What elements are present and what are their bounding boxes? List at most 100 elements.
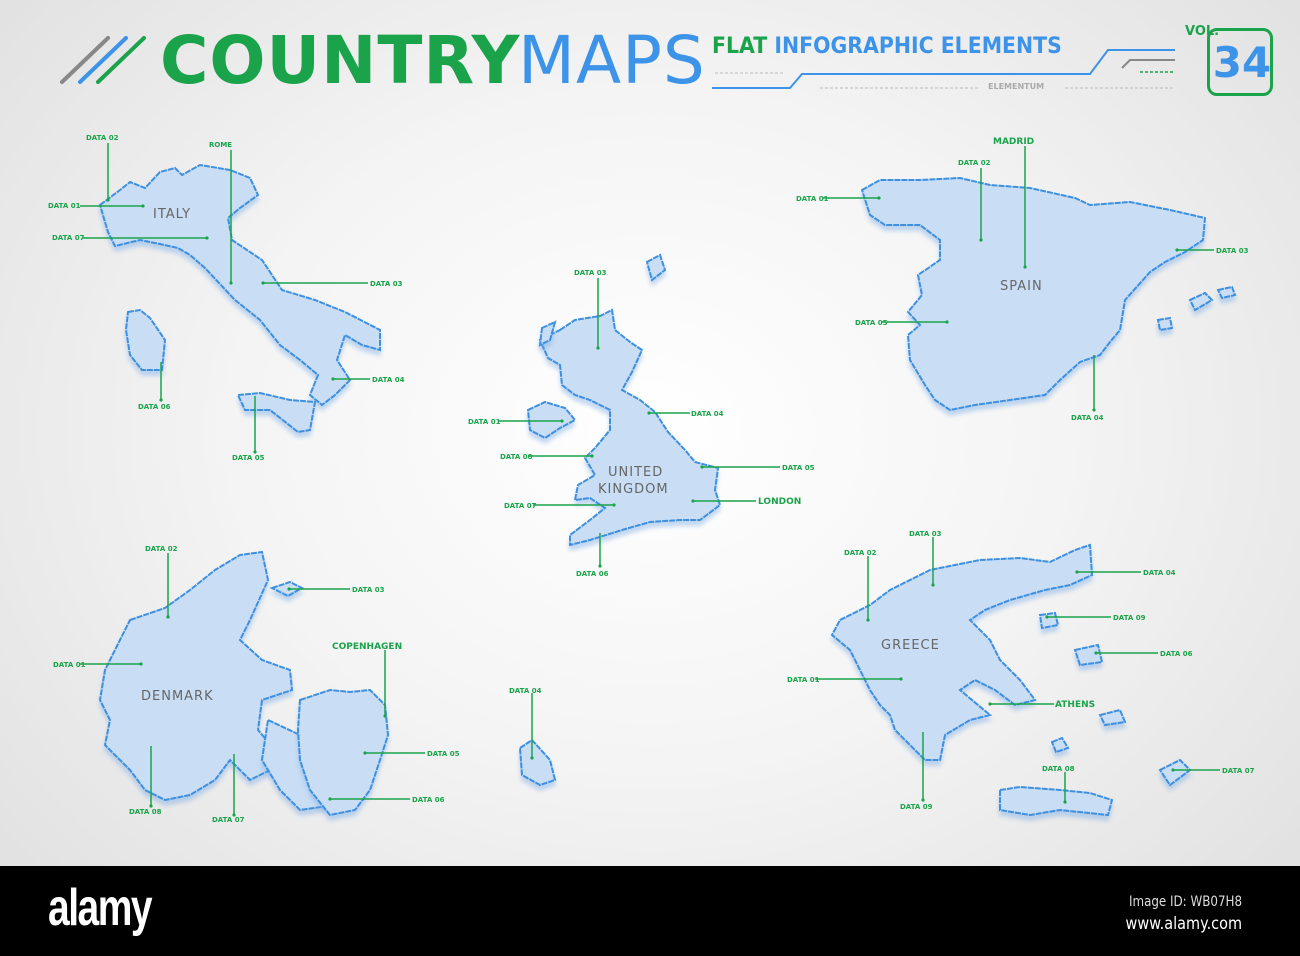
data-label: DATA 06 [412,796,445,804]
data-label: DATA 02 [958,159,991,167]
anchor-dot [205,236,209,240]
map-greece[interactable] [830,543,1192,817]
anchor-dot [590,454,594,458]
data-label: DATA 01 [53,661,86,669]
volume-number: 34 [1212,38,1272,87]
capital-label: LONDON [758,497,801,507]
data-label: DATA 07 [1222,767,1255,775]
data-label: DATA 03 [574,269,607,277]
callout-greece: DATA 09 [1045,614,1146,622]
capital-label: MADRID [993,137,1034,147]
map-layer: DATA 02 DATA 01 DATA 07 ROME DATA 03 DATA 04 D… [48,36,1255,824]
anchor-dot [899,677,903,681]
image-id: Image ID: WB07H8 [1128,894,1242,910]
callout-greece: DATA 06 [1094,650,1193,658]
anchor-dot [560,419,564,423]
subtitle-infographic: INFOGRAPHIC ELEMENTS [774,34,1062,59]
alamy-logo[interactable]: alamy [48,878,153,938]
anchor-dot [647,411,651,415]
data-label: DATA 04 [691,410,724,418]
anchor-dot [1175,248,1179,252]
anchor-dot [141,204,145,208]
subtitle: FLAT INFOGRAPHIC ELEMENTS [712,34,1062,59]
country-name-uk-line2: KINGDOM [598,482,669,497]
callout-greece: ATHENS [988,700,1095,710]
data-label: ROME [209,141,232,149]
anchor-dot [1075,570,1079,574]
data-label: DATA 03 [1216,247,1249,255]
map-united-kingdom[interactable] [526,253,722,547]
data-label: DATA 01 [468,418,501,426]
data-label: DATA 02 [844,549,877,557]
anchor-dot [363,751,367,755]
data-label: DATA 04 [1143,569,1176,577]
data-label: DATA 05 [782,464,815,472]
header-slashes [60,36,146,84]
data-label: DATA 01 [48,202,81,210]
title-maps: MAPS [518,22,706,99]
data-label: DATA 06 [576,570,609,578]
anchor-dot [166,615,170,619]
data-label: DATA 05 [232,454,265,462]
data-label: DATA 09 [1113,614,1146,622]
anchor-dot [945,320,949,324]
anchor-dot [596,346,600,350]
data-label: DATA 07 [504,502,537,510]
callout-italy: DATA 03 [261,280,403,288]
anchor-dot [159,398,163,402]
title-country: COUNTRY [160,22,521,99]
anchor-dot [691,499,695,503]
data-label: DATA 08 [1042,765,1075,773]
data-label: DATA 03 [352,586,385,594]
data-label: DATA 05 [855,319,888,327]
data-label: DATA 06 [138,403,171,411]
brand-elementum: ELEMENTUM [988,82,1045,91]
anchor-dot [261,281,265,285]
anchor-dot [229,281,233,285]
anchor-dot [598,564,602,568]
country-name-greece: GREECE [881,638,940,653]
footer-bar: alamy Image ID: WB07H8 www.alamy.com [0,866,1300,956]
anchor-dot [1171,768,1175,772]
anchor-dot [988,702,992,706]
data-label: DATA 03 [370,280,403,288]
anchor-dot [866,618,870,622]
map-spain[interactable] [860,176,1237,412]
anchor-dot [530,756,534,760]
anchor-dot [106,198,110,202]
anchor-dot [979,238,983,242]
capital-label: COPENHAGEN [332,642,402,652]
data-label: DATA 07 [52,234,85,242]
anchor-dot [383,714,387,718]
anchor-dot [139,662,143,666]
data-label: DATA 01 [787,676,820,684]
anchor-dot [331,377,335,381]
anchor-dot [1045,615,1049,619]
anchor-dot [612,503,616,507]
callout-uk: DATA 08 [500,453,594,461]
data-label: DATA 02 [86,134,119,142]
data-label: DATA 07 [212,816,245,824]
country-name-italy: ITALY [153,207,191,222]
data-label: DATA 02 [145,545,178,553]
subtitle-flat: FLAT [712,34,768,59]
anchor-dot [921,798,925,802]
data-label: DATA 05 [427,750,460,758]
anchor-dot [1094,651,1098,655]
anchor-dot [700,465,704,469]
data-label: DATA 08 [129,808,162,816]
data-label: DATA 03 [909,530,942,538]
country-name-spain: SPAIN [1000,279,1043,294]
country-name-uk-line1: UNITED [608,465,663,480]
anchor-dot [1063,800,1067,804]
anchor-dot [931,583,935,587]
anchor-dot [287,587,291,591]
data-label: DATA 01 [796,195,829,203]
data-label: DATA 04 [509,687,542,695]
anchor-dot [1023,265,1027,269]
data-label: DATA 04 [1071,414,1104,422]
anchor-dot [328,797,332,801]
anchor-dot [877,196,881,200]
site-url[interactable]: www.alamy.com [1126,914,1242,934]
capital-label: ATHENS [1055,700,1095,710]
